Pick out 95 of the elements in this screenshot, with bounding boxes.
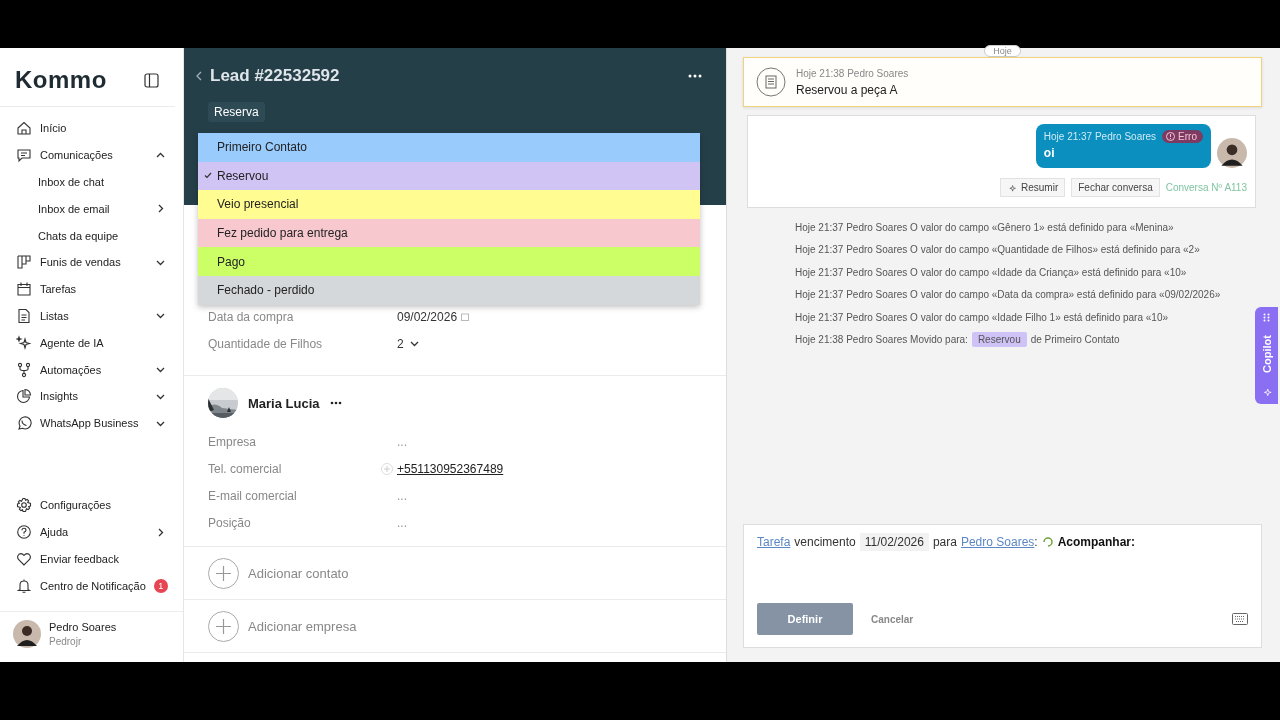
event-text: Hoje 21:37 Pedro Soares O valor do campo «Data da compra» está definido para «09/02/2026» [795, 289, 1221, 301]
chat-icon [16, 147, 32, 164]
avatar-icon [13, 620, 41, 648]
copilot-tab[interactable]: Copilot [1255, 307, 1278, 404]
add-icon [208, 610, 239, 642]
event-text: Hoje 21:37 Pedro Soares O valor do campo «Idade da Criança» está definido para «10» [795, 266, 1187, 278]
field-label: Quantidade de Filhos [208, 336, 324, 351]
whatsapp-icon [16, 415, 32, 432]
settings-icon [16, 497, 32, 514]
event-text: Hoje 21:37 Pedro Soares O valor do campo «Quantidade de Filhos» está definido para «2» [795, 244, 1200, 256]
stage-option[interactable]: Reservou [198, 161, 700, 191]
stage-option[interactable]: Fechado - perdido [198, 275, 700, 305]
add-label: Adicionar empresa [248, 618, 357, 634]
branch-icon [16, 361, 32, 378]
sidebar-item[interactable]: Insights [0, 382, 183, 410]
event-text: Hoje 21:37 Pedro Soares O valor do campo «Idade Filho 1» está definido para «10» [795, 311, 1169, 323]
phone-link[interactable]: +551130952367489 [397, 461, 504, 476]
sidebar-item[interactable]: Listas [0, 302, 183, 330]
field-label: Empresa [208, 434, 258, 449]
stage-option[interactable]: Primeiro Contato [198, 133, 700, 162]
field-label: Data da compra [208, 309, 295, 324]
due-label: vencimento [794, 535, 856, 549]
contact-name[interactable]: Maria Lucia [248, 395, 320, 411]
refresh-icon [1041, 536, 1054, 548]
stage-option[interactable]: Veio presencial [198, 190, 700, 219]
pie-chart-icon [16, 388, 32, 405]
stage-option[interactable]: Fez pedido para entrega [198, 218, 700, 248]
error-badge: Erro [1162, 130, 1203, 143]
stage-option[interactable]: Pago [198, 247, 700, 276]
sidebar-item[interactable]: Configurações [0, 491, 183, 519]
event-text: de Primeiro Contato [1030, 334, 1120, 346]
add-label: Adicionar contato [248, 565, 349, 581]
bell-icon [16, 577, 32, 594]
for-label: para [932, 535, 957, 549]
more-icon[interactable] [329, 401, 342, 405]
note-text: Reservou a peça A [796, 82, 899, 97]
sidebar-item[interactable]: Ajuda [0, 518, 183, 546]
sidebar-item[interactable]: Enviar feedback [0, 545, 183, 573]
calendar-icon [461, 312, 470, 321]
sidebar-item[interactable]: Tarefas [0, 275, 183, 303]
sidebar-item[interactable]: Inbox de email [0, 195, 183, 223]
lead-title: Lead #22532592 [210, 66, 341, 86]
add-button[interactable]: Adicionar contato [184, 546, 726, 599]
sidebar-toggle-icon[interactable] [144, 72, 159, 88]
colon-text: : [1034, 535, 1038, 549]
sidebar-item[interactable]: Chats da equipe [0, 222, 183, 249]
error-icon [1166, 132, 1176, 141]
field-label: E-mail comercial [208, 488, 298, 503]
sidebar-item[interactable]: Centro de Notificação 1 [0, 572, 183, 599]
add-icon [208, 557, 239, 589]
user-name: Pedro Soares [49, 621, 117, 633]
logo[interactable]: Kommo [15, 66, 107, 94]
field-value[interactable]: 09/02/2026 [397, 309, 458, 324]
user-login: Pedrojr [49, 636, 83, 647]
notification-badge: 1 [153, 578, 168, 593]
document-icon [756, 67, 786, 97]
sidebar-item[interactable]: Comunicações [0, 141, 183, 169]
keyboard-icon[interactable] [1232, 613, 1248, 625]
sparkle-icon [1007, 182, 1017, 193]
heart-icon [16, 550, 32, 567]
drag-handle-icon [1263, 313, 1270, 322]
stage-tag: Reservou [971, 332, 1027, 348]
due-date-field[interactable]: 11/02/2026 [859, 533, 929, 551]
sidebar-item[interactable]: WhatsApp Business [0, 409, 183, 437]
check-icon [204, 172, 212, 180]
more-icon[interactable] [688, 74, 702, 78]
back-icon[interactable] [194, 70, 204, 82]
sidebar-item[interactable]: Início [0, 115, 183, 142]
home-icon [16, 120, 32, 137]
task-type-link[interactable]: Tarefa [757, 535, 791, 549]
date-pill: Hoje [984, 45, 1021, 57]
field-label: Tel. comercial [208, 461, 283, 476]
event-text: Hoje 21:38 Pedro Soares Movido para: [795, 334, 968, 346]
message-text: oi [1043, 146, 1056, 160]
cancel-button[interactable]: Cancelar [865, 612, 1220, 626]
event-text: Hoje 21:37 Pedro Soares O valor do campo «Gênero 1» está definido para «Menina» [795, 221, 1174, 233]
sidebar-item[interactable]: Inbox de chat [0, 168, 183, 196]
add-button[interactable]: Adicionar empresa [184, 599, 726, 653]
field-label: Posição [208, 515, 252, 530]
kanban-icon [16, 254, 32, 271]
sidebar-item[interactable]: Agente de IA [0, 329, 183, 357]
avatar-icon [1217, 138, 1247, 168]
sidebar-item[interactable]: Automações [0, 356, 183, 383]
sparkle-icon [16, 334, 32, 351]
close-conversation-button[interactable]: Fechar conversa [1071, 178, 1160, 197]
task-action: Acompanhar: [1057, 535, 1135, 549]
help-icon [16, 524, 32, 540]
document-icon [16, 307, 32, 324]
calendar-icon [16, 281, 32, 298]
lead-tag[interactable]: Reserva [208, 102, 265, 122]
sidebar-item[interactable]: Funis de vendas [0, 249, 183, 276]
summarize-button[interactable]: Resumir [1000, 178, 1066, 197]
note-meta: Hoje 21:38 Pedro Soares [796, 67, 909, 79]
message-meta: Hoje 21:37 Pedro Soares [1043, 131, 1157, 142]
field-value[interactable]: 2 [397, 336, 404, 351]
